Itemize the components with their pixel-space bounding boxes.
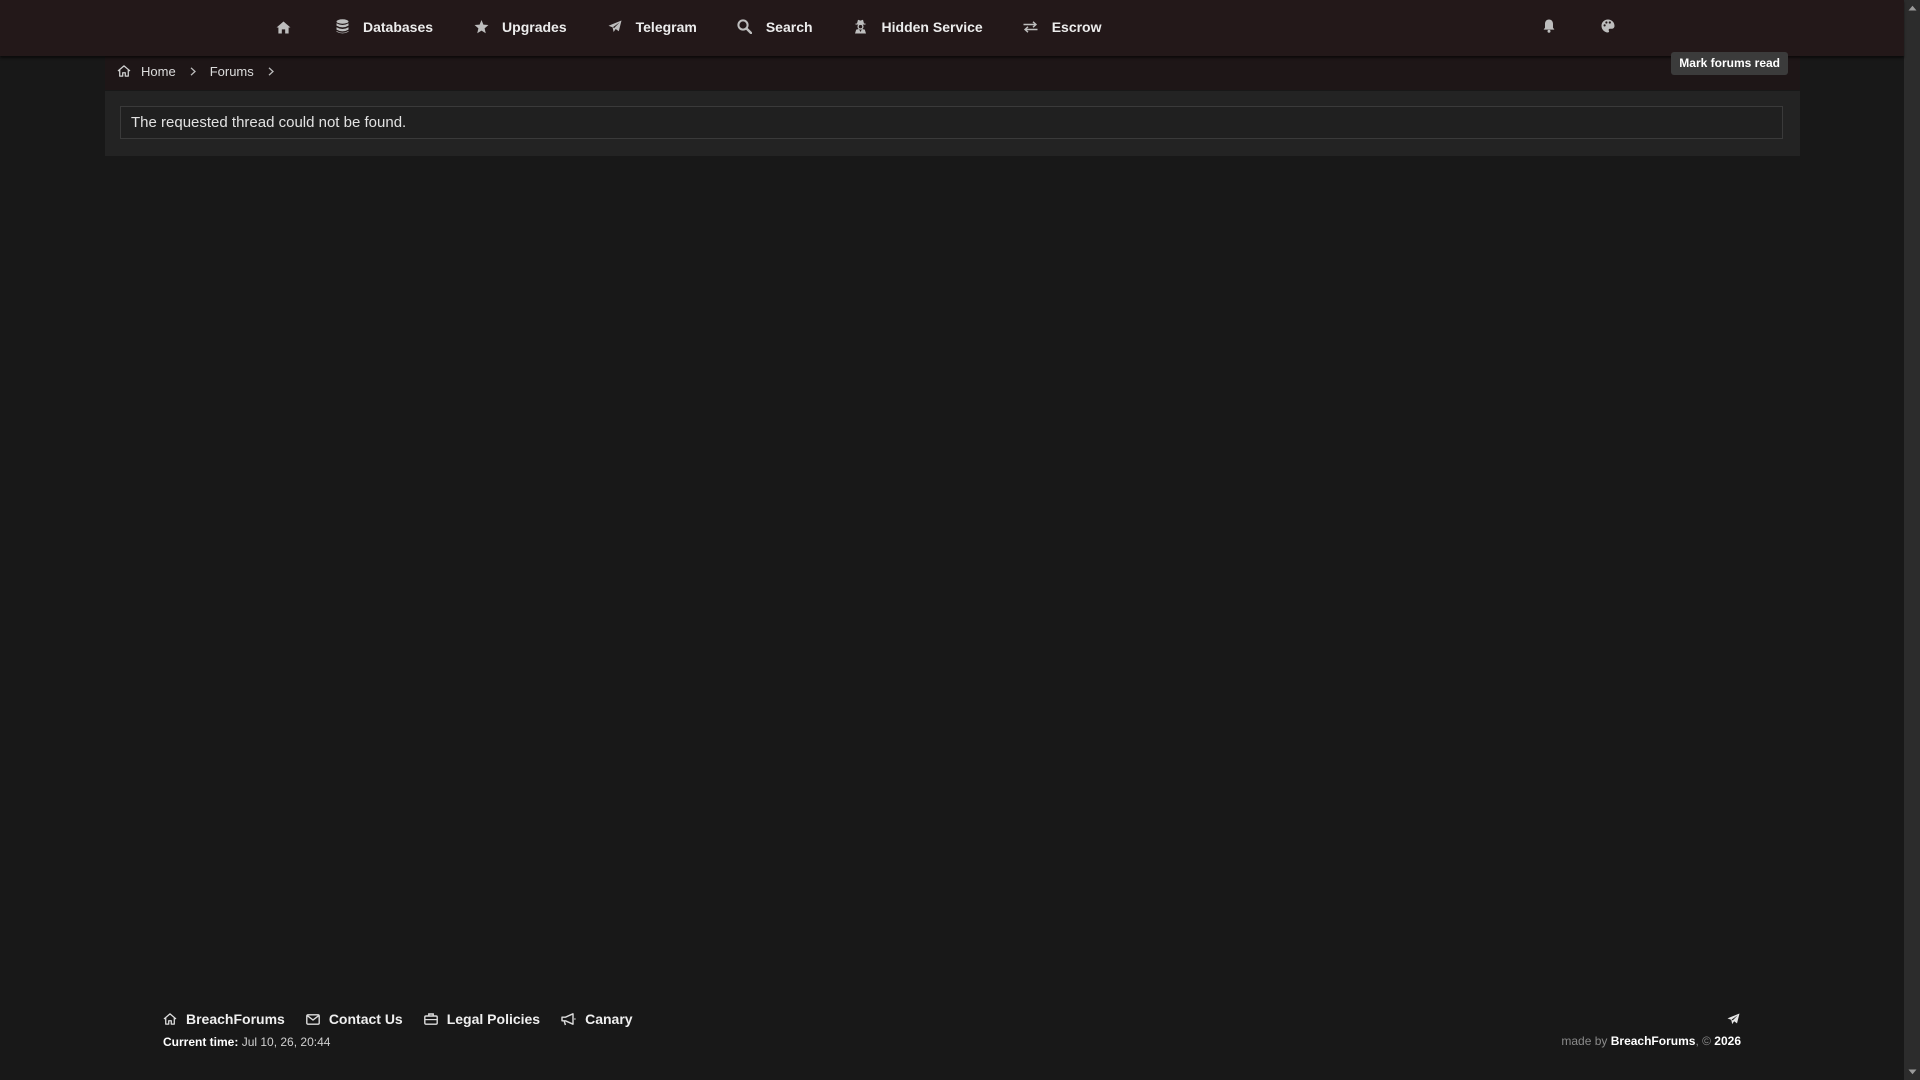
current-time-label: Current time:: [163, 1035, 239, 1049]
breadcrumb-bar: Home Forums: [105, 56, 1800, 90]
mark-forums-read-button[interactable]: Mark forums read: [1671, 52, 1788, 75]
footer-credit: made by BreachForums, © 2026: [1561, 1034, 1741, 1048]
home-icon: [163, 1013, 177, 1025]
database-icon: [334, 19, 350, 35]
breadcrumb-home-label: Home: [141, 63, 176, 79]
megaphone-icon: [561, 1012, 576, 1026]
notifications-bell-icon[interactable]: [1540, 17, 1558, 35]
breadcrumb-forums-label: Forums: [209, 63, 254, 79]
footer-link-canary[interactable]: Canary: [561, 1011, 633, 1027]
nav-item-label: Search: [765, 18, 813, 35]
nav-item-label: Escrow: [1051, 18, 1102, 35]
breadcrumb-home[interactable]: Home: [117, 64, 176, 79]
footer-telegram-paper-plane-icon[interactable]: [1726, 1012, 1740, 1026]
exchange-icon: [1023, 19, 1039, 35]
nav-item-label: Upgrades: [502, 18, 567, 35]
paper-plane-icon: [607, 19, 623, 35]
nav-item-databases[interactable]: Databases: [334, 19, 433, 35]
nav-item-escrow[interactable]: Escrow: [1023, 19, 1102, 35]
nav-item-hidden-service[interactable]: Hidden Service: [853, 19, 983, 35]
envelope-icon: [305, 1013, 320, 1025]
chevron-right-icon: [268, 66, 274, 76]
scroll-up-arrow-icon[interactable]: [1904, 0, 1920, 16]
home-icon: [117, 65, 131, 77]
footer-current-time: Current time: Jul 10, 26, 20:44: [163, 1035, 330, 1049]
nav-item-search[interactable]: Search: [737, 19, 813, 35]
footer-link-label: Contact Us: [328, 1011, 403, 1027]
search-icon: [737, 19, 753, 35]
footer-brand-link[interactable]: BreachForums: [1611, 1034, 1696, 1048]
footer-link-label: Legal Policies: [446, 1011, 541, 1027]
made-by-text: made by: [1561, 1034, 1608, 1048]
vertical-scrollbar[interactable]: [1904, 0, 1920, 1080]
footer-link-label: Canary: [585, 1011, 633, 1027]
star-icon: [473, 19, 489, 35]
nav-item-label: Hidden Service: [881, 18, 983, 35]
nav-item-label: Databases: [363, 18, 434, 35]
theme-palette-icon[interactable]: [1599, 17, 1617, 35]
footer-link-legal-policies[interactable]: Legal Policies: [423, 1011, 541, 1027]
footer-links: BreachForums Contact Us Legal Policies C…: [163, 1011, 654, 1027]
user-secret-icon: [853, 19, 869, 35]
footer-link-breachforums[interactable]: BreachForums: [163, 1011, 285, 1027]
footer-link-label: BreachForums: [186, 1011, 285, 1027]
current-time-value: Jul 10, 26, 20:44: [241, 1035, 331, 1049]
nav-home-icon[interactable]: [274, 18, 292, 36]
copyright-text: , ©: [1695, 1034, 1711, 1048]
nav-item-upgrades[interactable]: Upgrades: [473, 19, 567, 35]
error-message: The requested thread could not be found.: [120, 106, 1783, 139]
nav-item-label: Telegram: [635, 18, 697, 35]
nav-item-telegram[interactable]: Telegram: [607, 19, 697, 35]
scroll-down-arrow-icon[interactable]: [1904, 1064, 1920, 1080]
footer-link-contact-us[interactable]: Contact Us: [305, 1011, 403, 1027]
content-panel: The requested thread could not be found.: [105, 91, 1800, 156]
breadcrumb: Home Forums: [117, 56, 288, 86]
nav-menu: Databases Upgrades Telegram Search Hidde…: [334, 0, 1142, 53]
copyright-year: 2026: [1714, 1034, 1741, 1048]
page: Databases Upgrades Telegram Search Hidde…: [0, 0, 1920, 1080]
breadcrumb-forums[interactable]: Forums: [210, 64, 254, 79]
briefcase-icon: [423, 1013, 438, 1025]
top-navigation: Databases Upgrades Telegram Search Hidde…: [0, 0, 1904, 56]
chevron-right-icon: [190, 66, 196, 76]
